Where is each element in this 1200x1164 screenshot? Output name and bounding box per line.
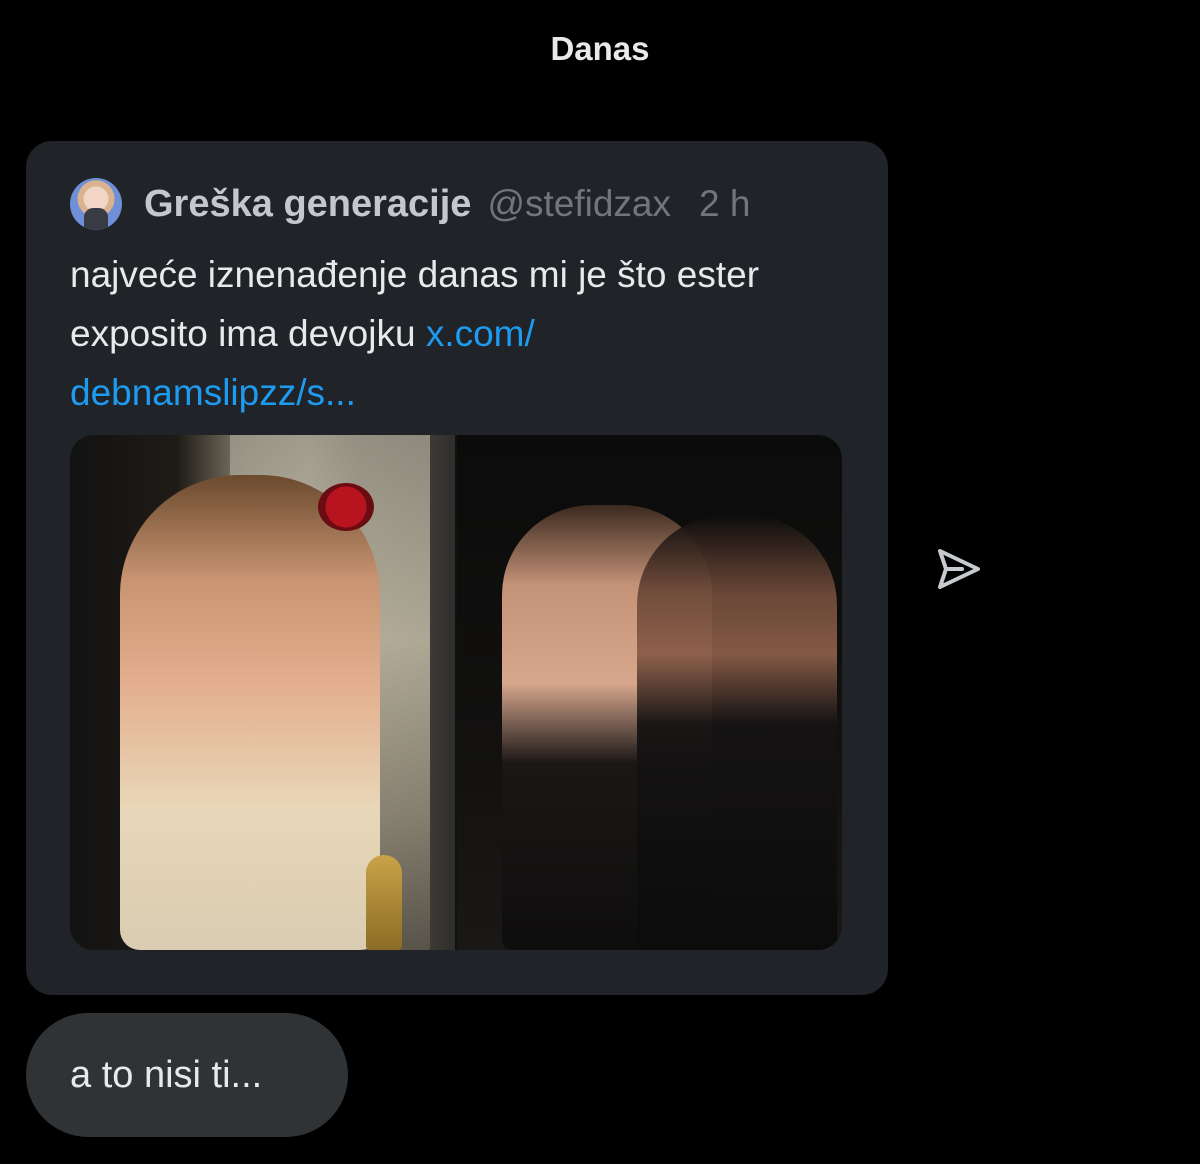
quoted-tweet-media[interactable]	[70, 435, 842, 950]
author-name[interactable]: Greška generacije	[144, 183, 471, 226]
reply-message-text: a to nisi ti...	[70, 1053, 263, 1096]
media-photo-2[interactable]	[457, 435, 842, 950]
photo-1-person	[120, 475, 380, 950]
reply-message-bubble[interactable]: a to nisi ti...	[26, 1013, 348, 1137]
quoted-tweet-text: najveće iznenađenje danas mi je što este…	[70, 245, 830, 422]
post-time: 2 h	[699, 183, 751, 224]
author-avatar[interactable]	[70, 178, 122, 230]
quoted-tweet-body: najveće iznenađenje danas mi je što este…	[70, 254, 760, 354]
send-icon[interactable]	[932, 543, 984, 595]
author-handle[interactable]: @stefidzax	[487, 183, 671, 225]
photo-1-rose	[318, 483, 374, 531]
quoted-tweet-author-row: Greška generacije @stefidzax 2 h	[70, 178, 751, 230]
media-photo-1[interactable]	[70, 435, 457, 950]
quoted-tweet-card[interactable]: Greška generacije @stefidzax 2 h najveće…	[26, 141, 888, 995]
photo-1-finial	[366, 855, 402, 950]
date-header: Danas	[550, 30, 650, 67]
photo-2-person-b	[637, 515, 837, 950]
